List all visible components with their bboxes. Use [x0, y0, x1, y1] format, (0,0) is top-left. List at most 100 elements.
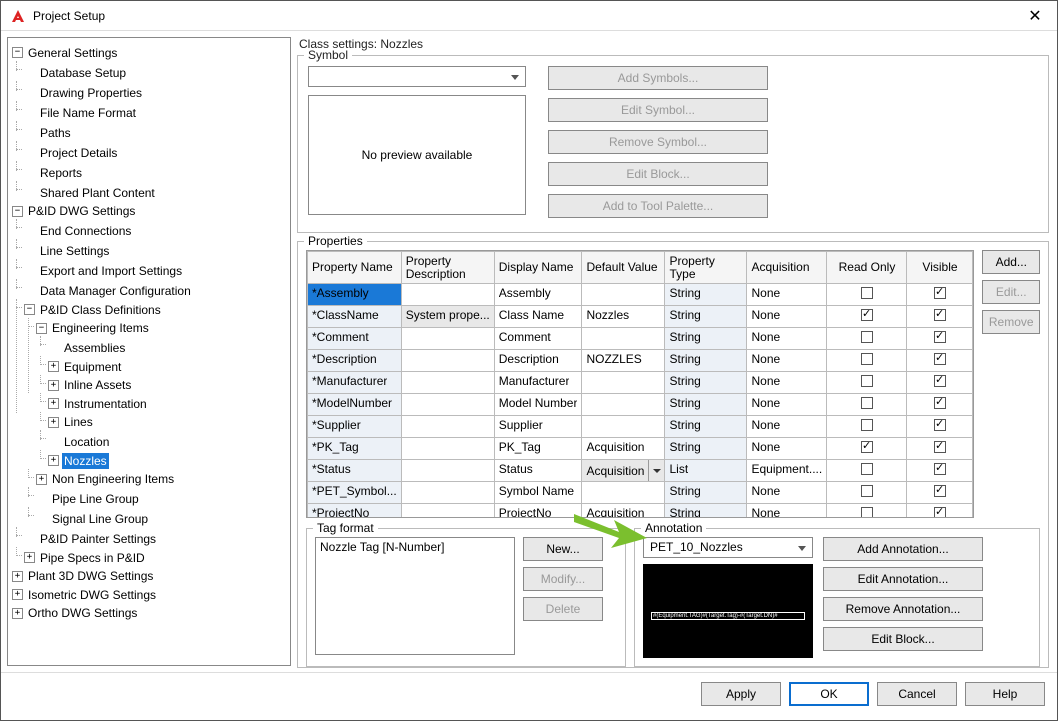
toggle-icon[interactable]: +: [12, 608, 23, 619]
tree-item[interactable]: Database Setup: [38, 65, 128, 81]
visible-checkbox[interactable]: [934, 309, 946, 321]
tree-item[interactable]: Inline Assets: [62, 377, 133, 393]
toggle-icon[interactable]: +: [36, 474, 47, 485]
apply-button[interactable]: Apply: [701, 682, 781, 706]
cancel-button[interactable]: Cancel: [877, 682, 957, 706]
table-row[interactable]: *DescriptionDescriptionNOZZLESStringNone: [308, 350, 973, 372]
remove-property-button[interactable]: Remove: [982, 310, 1040, 334]
visible-checkbox[interactable]: [934, 331, 946, 343]
readonly-checkbox[interactable]: [861, 331, 873, 343]
readonly-checkbox[interactable]: [861, 463, 873, 475]
readonly-checkbox[interactable]: [861, 287, 873, 299]
remove-annotation-button[interactable]: Remove Annotation...: [823, 597, 983, 621]
add-symbols-button[interactable]: Add Symbols...: [548, 66, 768, 90]
visible-checkbox[interactable]: [934, 507, 946, 517]
add-annotation-button[interactable]: Add Annotation...: [823, 537, 983, 561]
tree-item[interactable]: Location: [62, 434, 111, 450]
table-row[interactable]: *SupplierSupplierStringNone: [308, 416, 973, 438]
visible-checkbox[interactable]: [934, 463, 946, 475]
tag-list[interactable]: Nozzle Tag [N-Number]: [315, 537, 515, 655]
readonly-checkbox[interactable]: [861, 419, 873, 431]
visible-checkbox[interactable]: [934, 485, 946, 497]
tree-item[interactable]: Reports: [38, 165, 84, 181]
tree-item[interactable]: Export and Import Settings: [38, 263, 184, 279]
edit-annotation-button[interactable]: Edit Annotation...: [823, 567, 983, 591]
readonly-checkbox[interactable]: [861, 507, 873, 517]
tree-item[interactable]: Paths: [38, 125, 73, 141]
table-row[interactable]: *PET_Symbol...Symbol NameStringNone: [308, 482, 973, 504]
tree-item[interactable]: Project Details: [38, 145, 119, 161]
tree-item[interactable]: Instrumentation: [62, 396, 149, 412]
toggle-icon[interactable]: +: [48, 417, 59, 428]
new-tag-button[interactable]: New...: [523, 537, 603, 561]
toggle-icon[interactable]: +: [48, 398, 59, 409]
toggle-icon[interactable]: +: [12, 571, 23, 582]
readonly-checkbox[interactable]: [861, 375, 873, 387]
visible-checkbox[interactable]: [934, 353, 946, 365]
delete-tag-button[interactable]: Delete: [523, 597, 603, 621]
tree-general-settings[interactable]: General Settings: [26, 45, 119, 61]
add-property-button[interactable]: Add...: [982, 250, 1040, 274]
readonly-checkbox[interactable]: [861, 353, 873, 365]
tree-engineering-items[interactable]: Engineering Items: [50, 320, 151, 336]
readonly-checkbox[interactable]: [861, 485, 873, 497]
tree-item[interactable]: Line Settings: [38, 243, 111, 259]
readonly-checkbox[interactable]: [861, 441, 873, 453]
toggle-icon[interactable]: −: [12, 47, 23, 58]
visible-checkbox[interactable]: [934, 397, 946, 409]
toggle-icon[interactable]: +: [48, 361, 59, 372]
tree-item[interactable]: Shared Plant Content: [38, 185, 157, 201]
close-icon[interactable]: ✕: [1021, 6, 1049, 26]
table-row[interactable]: *ManufacturerManufacturerStringNone: [308, 372, 973, 394]
table-row[interactable]: *AssemblyAssemblyStringNone: [308, 284, 973, 306]
tree-item[interactable]: Pipe Line Group: [50, 491, 141, 507]
tree-item[interactable]: Pipe Specs in P&ID: [38, 550, 147, 566]
tree-pid-settings[interactable]: P&ID DWG Settings: [26, 203, 137, 219]
tree-item[interactable]: Drawing Properties: [38, 85, 144, 101]
tree-item[interactable]: Signal Line Group: [50, 511, 150, 527]
toggle-icon[interactable]: −: [12, 206, 23, 217]
visible-checkbox[interactable]: [934, 441, 946, 453]
nav-tree[interactable]: −General Settings Database Setup Drawing…: [7, 37, 291, 666]
tree-item[interactable]: Equipment: [62, 359, 123, 375]
tree-class-definitions[interactable]: P&ID Class Definitions: [38, 302, 163, 318]
readonly-checkbox[interactable]: [861, 397, 873, 409]
toggle-icon[interactable]: −: [24, 304, 35, 315]
chevron-down-icon[interactable]: [648, 460, 664, 481]
annotation-dropdown[interactable]: PET_10_Nozzles: [643, 537, 813, 558]
readonly-checkbox[interactable]: [861, 309, 873, 321]
toggle-icon[interactable]: −: [36, 323, 47, 334]
edit-symbol-button[interactable]: Edit Symbol...: [548, 98, 768, 122]
help-button[interactable]: Help: [965, 682, 1045, 706]
tree-item[interactable]: Non Engineering Items: [50, 471, 176, 487]
tree-item[interactable]: Assemblies: [62, 340, 127, 356]
edit-block-button[interactable]: Edit Block...: [548, 162, 768, 186]
tree-item[interactable]: Plant 3D DWG Settings: [26, 568, 155, 584]
table-row[interactable]: *StatusStatusAcquisitionListEquipment...…: [308, 460, 973, 482]
table-row[interactable]: *ClassNameSystem prope...Class NameNozzl…: [308, 306, 973, 328]
toggle-icon[interactable]: +: [24, 552, 35, 563]
tree-item[interactable]: End Connections: [38, 223, 133, 239]
edit-property-button[interactable]: Edit...: [982, 280, 1040, 304]
ok-button[interactable]: OK: [789, 682, 869, 706]
modify-tag-button[interactable]: Modify...: [523, 567, 603, 591]
table-row[interactable]: *ModelNumberModel NumberStringNone: [308, 394, 973, 416]
symbol-dropdown[interactable]: [308, 66, 526, 87]
tree-item[interactable]: Ortho DWG Settings: [26, 605, 139, 621]
edit-annotation-block-button[interactable]: Edit Block...: [823, 627, 983, 651]
toggle-icon[interactable]: +: [48, 380, 59, 391]
add-palette-button[interactable]: Add to Tool Palette...: [548, 194, 768, 218]
visible-checkbox[interactable]: [934, 287, 946, 299]
tree-item[interactable]: P&ID Painter Settings: [38, 531, 158, 547]
tree-item[interactable]: Lines: [62, 414, 95, 430]
tree-item-nozzles[interactable]: Nozzles: [62, 453, 109, 469]
tree-item[interactable]: Isometric DWG Settings: [26, 587, 158, 603]
remove-symbol-button[interactable]: Remove Symbol...: [548, 130, 768, 154]
table-row[interactable]: *PK_TagPK_TagAcquisitionStringNone: [308, 438, 973, 460]
table-row[interactable]: *CommentCommentStringNone: [308, 328, 973, 350]
tree-item[interactable]: File Name Format: [38, 105, 138, 121]
table-row[interactable]: *ProjectNoProjectNoAcquisitionStringNone: [308, 504, 973, 518]
properties-table[interactable]: Property Name Property Description Displ…: [306, 250, 974, 518]
visible-checkbox[interactable]: [934, 375, 946, 387]
tree-item[interactable]: Data Manager Configuration: [38, 283, 193, 299]
